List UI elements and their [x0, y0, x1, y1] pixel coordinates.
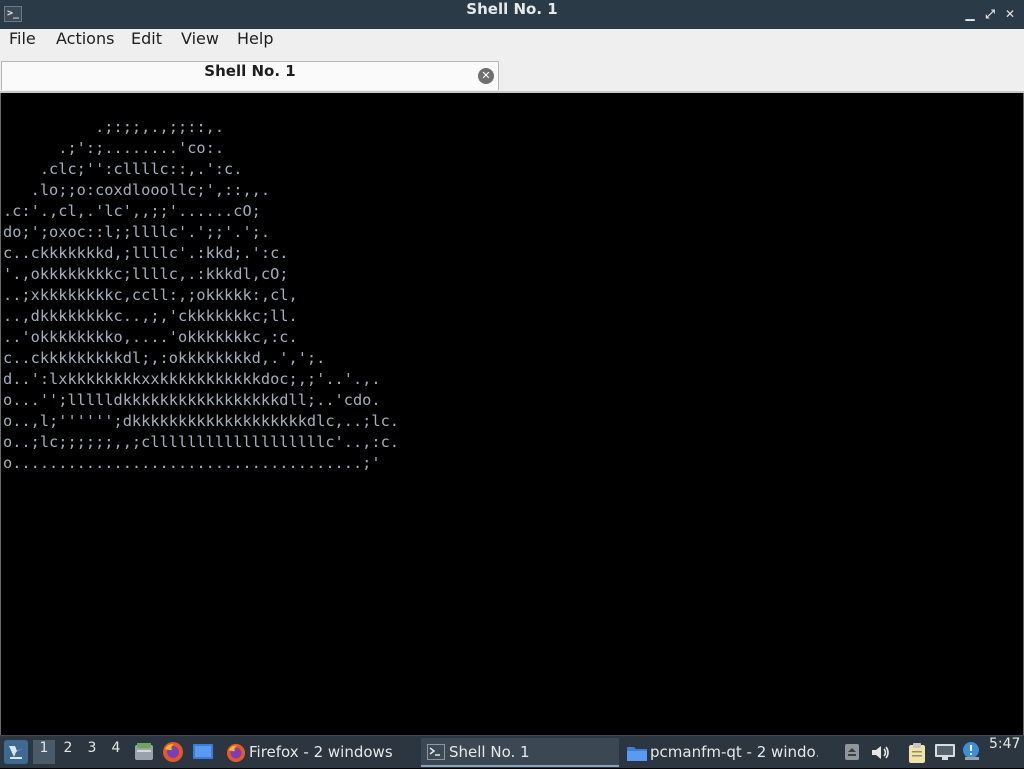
menu-actions[interactable]: Actions [50, 29, 120, 59]
terminal-output: .;:;;,.,;;::,. .;':;........'co:. .clc;'… [3, 118, 400, 472]
task-firefox[interactable]: Firefox - 2 windows [222, 738, 418, 767]
lxqt-start-icon[interactable] [4, 740, 28, 764]
menu-help[interactable]: Help [231, 29, 279, 59]
maximize-icon[interactable]: ⤢ [983, 7, 997, 21]
notification-icon[interactable] [962, 741, 982, 763]
volume-icon[interactable] [871, 744, 891, 761]
minimize-icon[interactable]: ▁ [963, 7, 977, 21]
folder-icon [627, 747, 647, 761]
tab-bar: Shell No. 1 ✕ [0, 59, 1024, 92]
menu-bar: File Actions Edit View Help [0, 29, 1024, 59]
taskbar: 1 2 3 4 Firefox - 2 windows Shell No. 1 [0, 735, 1024, 768]
desktop-2[interactable]: 2 [57, 740, 79, 764]
file-manager-icon[interactable] [133, 741, 155, 763]
tab-close-icon[interactable]: ✕ [478, 68, 494, 84]
close-icon[interactable]: ✕ [1003, 7, 1017, 21]
desktop-1[interactable]: 1 [33, 740, 55, 764]
window-title: Shell No. 1 [466, 0, 558, 18]
task-label: Shell No. 1 [449, 743, 530, 761]
task-label: pcmanfm-qt - 2 windo… [650, 743, 818, 761]
desktop-3[interactable]: 3 [81, 740, 103, 764]
firefox-icon [226, 743, 246, 763]
menu-file[interactable]: File [3, 29, 42, 59]
tab-shell-1[interactable]: Shell No. 1 ✕ [1, 61, 499, 90]
task-label: Firefox - 2 windows [249, 743, 393, 761]
menu-view[interactable]: View [175, 29, 225, 59]
desktop-4[interactable]: 4 [105, 740, 127, 764]
tab-label: Shell No. 1 [204, 62, 296, 80]
eject-icon[interactable] [844, 743, 860, 761]
clock[interactable]: 5:47 [989, 736, 1020, 769]
menu-edit[interactable]: Edit [125, 29, 168, 59]
network-icon[interactable] [934, 743, 956, 762]
task-pcmanfm[interactable]: pcmanfm-qt - 2 windo… [622, 738, 818, 767]
window-titlebar[interactable]: >_ Shell No. 1 ▁ ⤢ ✕ [0, 0, 1024, 30]
terminal-icon [427, 744, 445, 760]
clipboard-icon[interactable] [907, 742, 927, 764]
task-shell[interactable]: Shell No. 1 [421, 738, 619, 767]
terminal-area[interactable]: .;:;;,.,;;::,. .;':;........'co:. .clc;'… [0, 93, 1024, 735]
show-desktop-icon[interactable] [192, 742, 214, 762]
firefox-icon[interactable] [162, 741, 184, 763]
